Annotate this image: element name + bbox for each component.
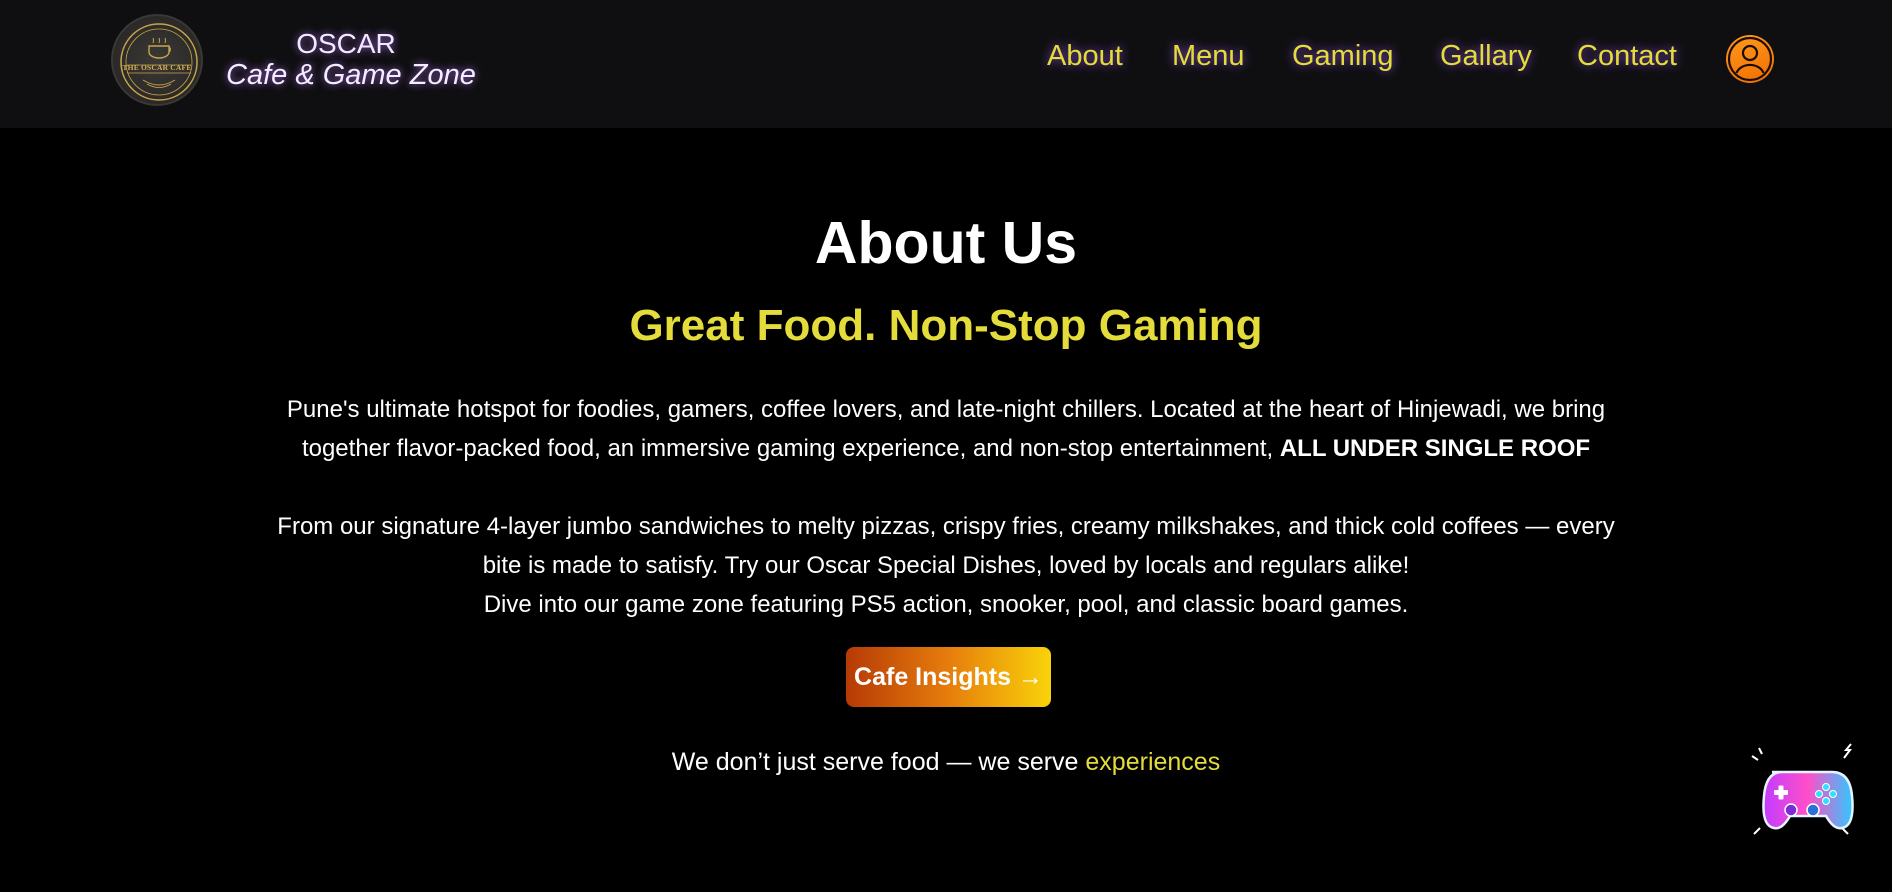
nav-menu[interactable]: Menu: [1172, 38, 1245, 74]
tagline-line: We don’t just serve food — we serve expe…: [0, 745, 1892, 779]
tagline-text: We don’t just serve food — we serve: [671, 748, 1079, 776]
logo-text: THE OSCAR CAFE: [122, 63, 192, 72]
floating-gamepad-button[interactable]: [1744, 738, 1860, 848]
cafe-logo[interactable]: THE OSCAR CAFE: [111, 14, 203, 106]
details-paragraph: From our signature 4-layer jumbo sandwic…: [276, 507, 1616, 624]
gamepad-icon: [1751, 743, 1854, 835]
gaming-description: Dive into our game zone featuring PS5 ac…: [483, 591, 1409, 618]
intro-paragraph: Pune's ultimate hotspot for foodies, gam…: [276, 390, 1616, 468]
page-title: About Us: [814, 210, 1078, 276]
logo-emblem-icon: [120, 23, 198, 101]
profile-button[interactable]: [1726, 35, 1774, 83]
page-subtitle: Great Food. Non-Stop Gaming: [629, 301, 1263, 350]
nav-about[interactable]: About: [1047, 38, 1123, 74]
brand-tagline: Cafe & Game Zone: [226, 59, 476, 91]
nav-contact[interactable]: Contact: [1577, 38, 1677, 74]
brand-name: OSCAR: [296, 28, 396, 59]
tagline-accent: experiences: [1085, 748, 1221, 776]
nav-gallary[interactable]: Gallary: [1440, 38, 1532, 74]
user-icon: [1727, 36, 1773, 82]
nav-gaming[interactable]: Gaming: [1292, 38, 1394, 74]
cafe-insights-button[interactable]: Cafe Insights →: [846, 647, 1051, 707]
navbar: THE OSCAR CAFE OSCAR Cafe & Game Zone Ab…: [0, 0, 1892, 128]
brand[interactable]: OSCAR Cafe & Game Zone: [226, 28, 476, 91]
intro-highlight: ALL UNDER SINGLE ROOF: [1279, 435, 1591, 462]
food-description: From our signature 4-layer jumbo sandwic…: [277, 513, 1615, 579]
